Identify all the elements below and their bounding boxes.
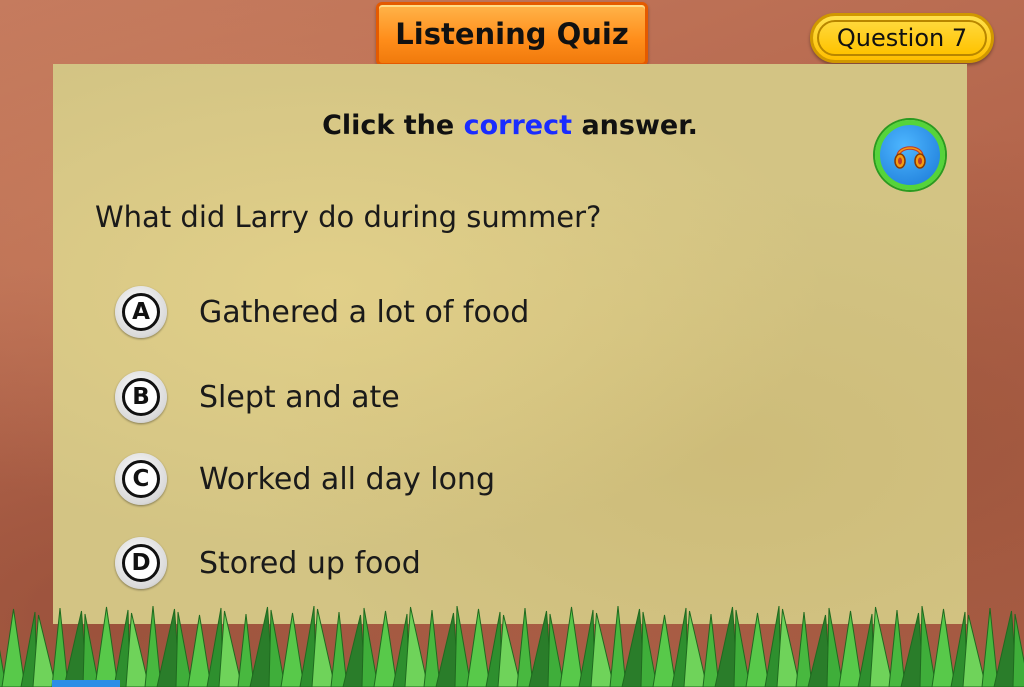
blue-tab-edge [52,680,120,687]
play-audio-button[interactable] [875,120,945,190]
headphones-icon [894,146,926,169]
quiz-title: Listening Quiz [395,17,629,51]
option-letter-badge: A [115,286,167,338]
question-text: What did Larry do during summer? [95,200,602,234]
answer-option-d[interactable]: D Stored up food [115,534,421,592]
instruction-text: Click the correct answer. [53,110,967,141]
instruction-highlight: correct [463,110,573,141]
option-letter-badge: D [115,537,167,589]
option-letter: D [122,544,160,582]
option-text: Worked all day long [199,461,495,497]
option-letter: A [122,293,160,331]
option-text: Stored up food [199,545,421,581]
option-text: Slept and ate [199,379,400,415]
option-letter: C [122,460,160,498]
option-letter-badge: B [115,371,167,423]
answer-option-a[interactable]: A Gathered a lot of food [115,283,529,341]
quiz-title-plate: Listening Quiz [376,2,648,66]
instruction-part-1: Click the [322,110,455,141]
grass-decoration [0,606,1024,687]
question-number-label: Question 7 [817,20,987,56]
option-letter: B [122,378,160,416]
instruction-part-2: answer. [581,110,698,141]
option-text: Gathered a lot of food [199,294,530,330]
quiz-panel: Click the correct answer. What did Larry… [53,64,967,624]
option-letter-badge: C [115,453,167,505]
question-number-badge: Question 7 [810,13,994,63]
answer-option-b[interactable]: B Slept and ate [115,368,400,426]
answer-option-c[interactable]: C Worked all day long [115,450,495,508]
